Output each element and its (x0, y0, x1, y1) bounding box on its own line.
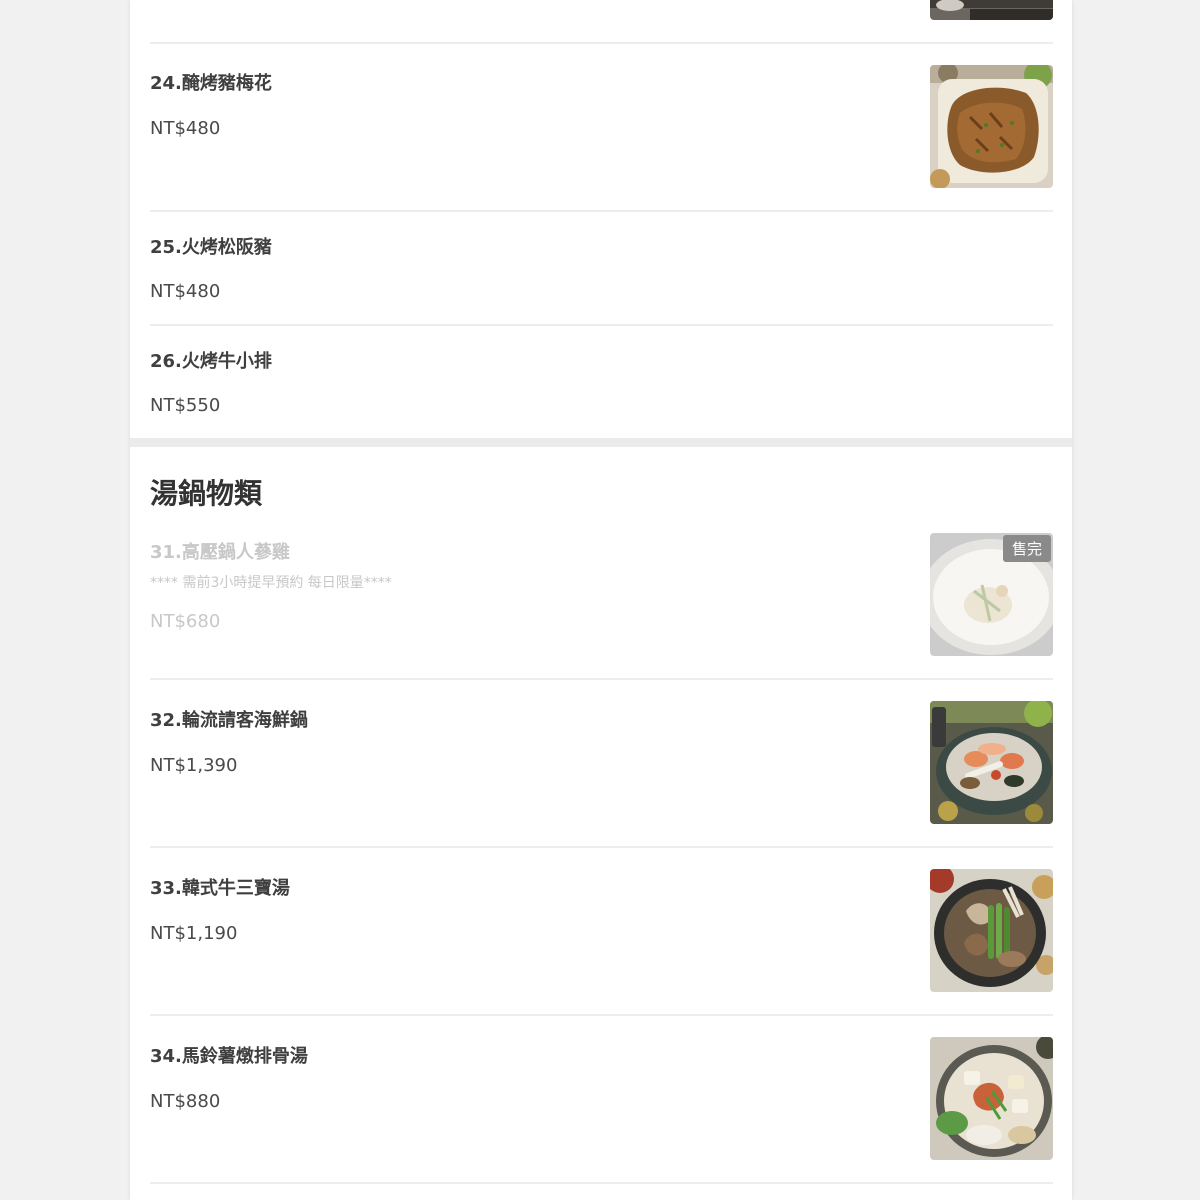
item-price: NT$550 (150, 395, 221, 416)
menu-item[interactable]: 26.火烤牛小排 NT$550 (150, 326, 1053, 438)
item-name: 32.輪流請客海鮮鍋 (150, 710, 308, 731)
menu-item[interactable]: 32.輪流請客海鮮鍋 NT$1,390 (150, 680, 1053, 848)
menu-item[interactable]: 33.韓式牛三寶湯 NT$1,190 (150, 848, 1053, 1016)
item-name: 34.馬鈴薯燉排骨湯 (150, 1046, 308, 1067)
item-price: NT$480 (150, 281, 221, 302)
pork-rib-soup-photo (930, 1037, 1053, 1160)
menu-card: 24.醃烤豬梅花 NT$480 25.火烤松阪豬 NT$480 26.火烤牛小排… (130, 0, 1072, 1200)
menu-item-sold-out[interactable]: 31.高壓鍋人蔘雞 **** 需前3小時提早預約 每日限量**** NT$680… (150, 512, 1053, 680)
section-title: 湯鍋物類 (150, 477, 263, 510)
grilled-pork-photo (930, 65, 1053, 188)
menu-item[interactable]: 25.火烤松阪豬 NT$480 (150, 212, 1053, 326)
previous-menu-item[interactable] (150, 0, 1053, 44)
menu-item[interactable]: 34.馬鈴薯燉排骨湯 NT$880 (150, 1016, 1053, 1184)
item-price: NT$1,190 (150, 923, 238, 944)
item-name: 26.火烤牛小排 (150, 351, 272, 372)
item-price: NT$880 (150, 1091, 221, 1112)
item-name: 24.醃烤豬梅花 (150, 73, 272, 94)
item-price: NT$480 (150, 118, 221, 139)
seafood-pot-photo (930, 701, 1053, 824)
section-divider (130, 438, 1072, 447)
item-name: 25.火烤松阪豬 (150, 237, 272, 258)
sold-out-badge: 售完 (1002, 535, 1051, 562)
item-name: 31.高壓鍋人蔘雞 (150, 542, 290, 563)
item-description: **** 需前3小時提早預約 每日限量**** (150, 575, 392, 591)
item-price: NT$680 (150, 611, 221, 632)
item-name: 33.韓式牛三寶湯 (150, 878, 290, 899)
menu-item[interactable]: 24.醃烤豬梅花 NT$480 (150, 44, 1053, 212)
previous-dish-photo (930, 0, 1053, 20)
item-price: NT$1,390 (150, 755, 238, 776)
beef-soup-photo (930, 869, 1053, 992)
